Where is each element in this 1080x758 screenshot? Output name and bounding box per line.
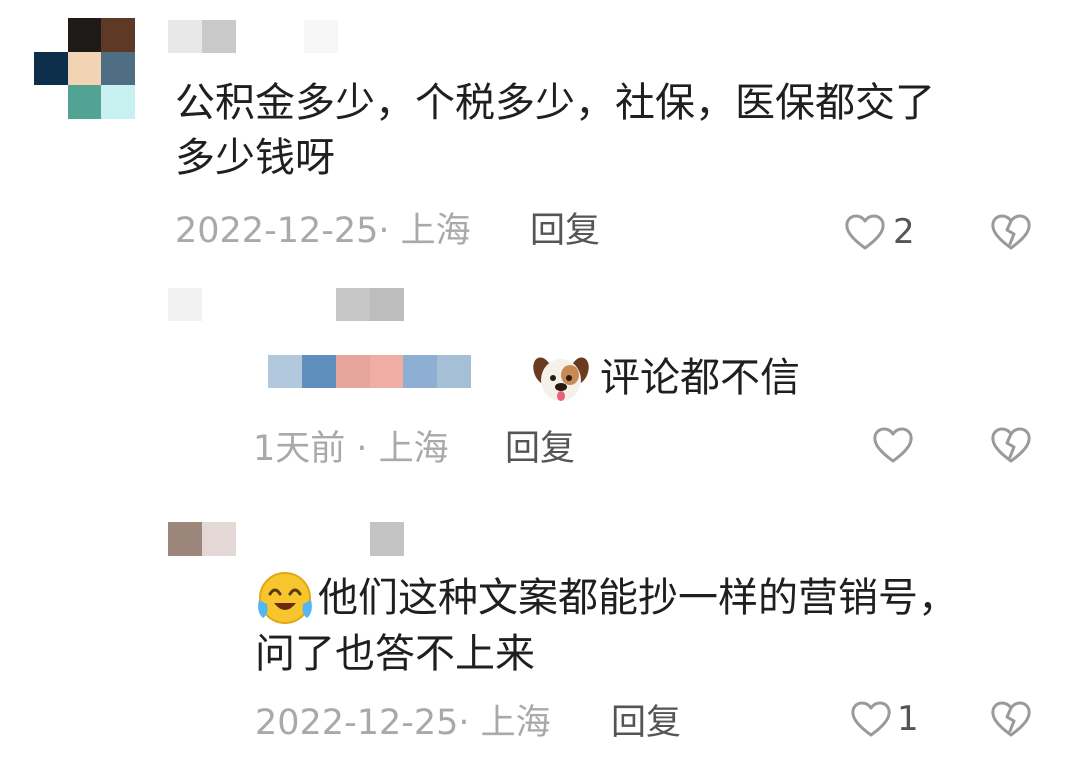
reply-meta: 1天前 · 上海: [253, 429, 449, 469]
username-blurred[interactable]: [168, 20, 236, 53]
broken-heart-icon: [991, 214, 1031, 250]
crying-laughing-emoji: [255, 570, 315, 626]
username-blurred-fragment: [304, 20, 338, 53]
reply-button[interactable]: 回复: [611, 701, 681, 745]
reply-text-line: 评论都不信: [600, 355, 800, 401]
heart-outline-icon: [851, 701, 891, 737]
like-button[interactable]: [849, 699, 893, 739]
heart-outline-icon: [845, 214, 885, 250]
dislike-button[interactable]: [990, 212, 1032, 252]
dislike-button[interactable]: [990, 425, 1032, 465]
username-blurred[interactable]: [336, 288, 404, 321]
reply-meta: 2022-12-25· 上海: [255, 703, 551, 743]
like-count: 2: [893, 212, 915, 252]
dog-face-emoji: [533, 353, 589, 405]
broken-heart-icon: [991, 427, 1031, 463]
like-count: 1: [897, 699, 919, 739]
like-button[interactable]: [843, 212, 887, 252]
reply-target-blurred[interactable]: [268, 355, 471, 388]
avatar[interactable]: [34, 18, 135, 119]
comment-meta: 2022-12-25· 上海: [175, 211, 471, 251]
comment-text-line: 公积金多少，个税多少，社保，医保都交了: [175, 80, 935, 126]
username-blurred-fragment: [370, 522, 404, 556]
comment-text-line: 多少钱呀: [175, 135, 335, 181]
broken-heart-icon: [991, 701, 1031, 737]
dislike-button[interactable]: [990, 699, 1032, 739]
like-button[interactable]: [871, 425, 915, 465]
username-blurred[interactable]: [168, 522, 236, 556]
reply-text-line: 他们这种文案都能抄一样的营销号，: [318, 575, 958, 621]
username-blurred-fragment: [168, 288, 202, 321]
reply-text-line: 问了也答不上来: [255, 631, 535, 677]
reply-button[interactable]: 回复: [530, 209, 600, 253]
heart-outline-icon: [873, 427, 913, 463]
reply-button[interactable]: 回复: [505, 427, 575, 471]
